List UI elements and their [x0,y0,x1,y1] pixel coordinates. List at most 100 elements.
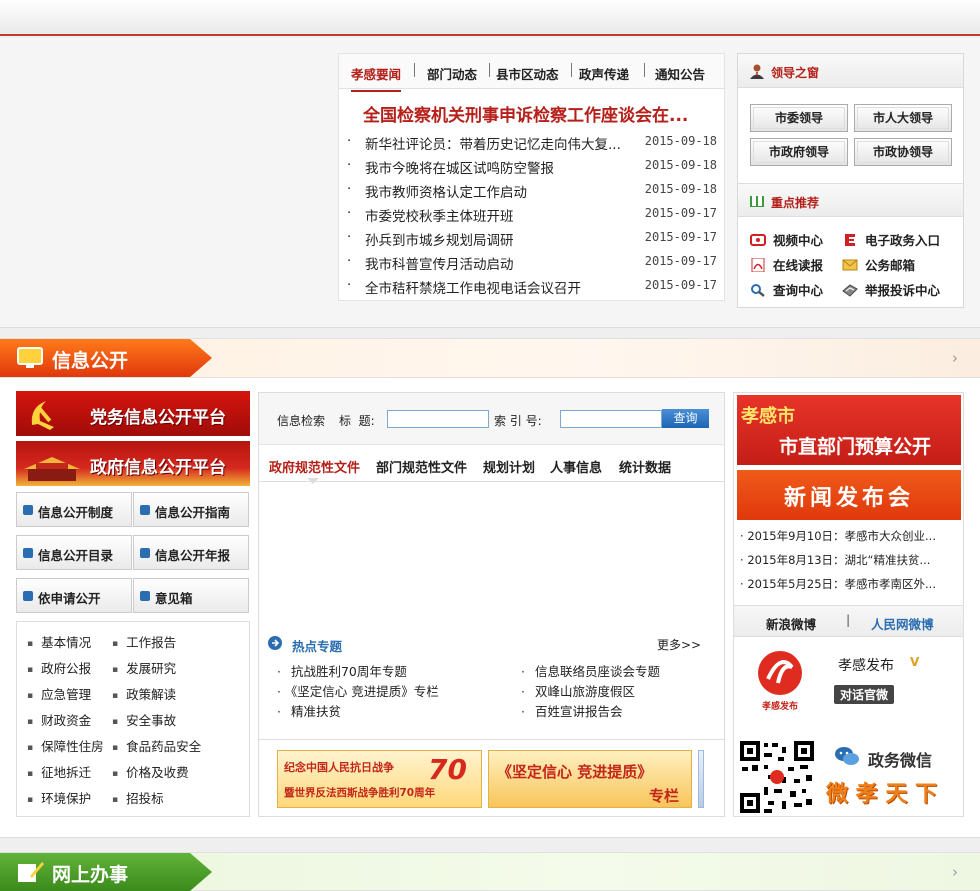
category-link[interactable]: 招投标 [112,788,164,807]
category-link[interactable]: 保障性住房 [27,736,104,755]
chevron-right-icon[interactable]: › [952,349,958,367]
news-item[interactable]: · 全市秸秆禁烧工作电视电话会议召开 2015-09-17 [347,277,719,301]
category-link[interactable]: 食品药品安全 [112,736,201,755]
anti-japanese-war-banner[interactable]: 纪念中国人民抗日战争 暨世界反法西斯战争胜利70周年 70 [277,750,482,808]
banner-text: 专栏 [649,787,680,805]
more-link[interactable]: 更多>> [657,636,701,653]
news-item[interactable]: · 我市教师资格认定工作启动 2015-09-18 [347,181,719,205]
category-link[interactable]: 环境保护 [27,788,91,807]
index-search-input[interactable] [560,410,662,428]
complaint-center-link[interactable]: 举报投诉中心 [842,280,940,299]
request-disclosure-button[interactable]: 依申请公开 [16,578,132,613]
hot-topic-link[interactable]: 《坚定信心 竞进提质》专栏 [277,681,439,700]
next-banner-edge[interactable] [698,750,704,808]
press-news-item[interactable]: · 2015年8月13日：湖北“精准扶贫... [740,552,955,568]
press-conference-banner[interactable]: 新闻发布会 [737,470,961,520]
news-title[interactable]: 新华社评论员：带着历史记忆走向伟大复... [365,133,621,153]
tab-county-news[interactable]: 县市区动态 [496,64,559,83]
news-item[interactable]: · 新华社评论员：带着历史记忆走向伟大复... 2015-09-18 [347,133,719,157]
category-link[interactable]: 工作报告 [112,632,176,651]
bullet: · [347,253,352,269]
category-link[interactable]: 应急管理 [27,684,91,703]
hot-topic-link[interactable]: 百姓宣讲报告会 [521,701,623,720]
tab-planning[interactable]: 规划计划 [483,457,535,476]
press-news-text: 2015年8月13日：湖北“精准扶贫... [747,553,931,567]
news-item[interactable]: · 孙兵到市城乡规划局调研 2015-09-17 [347,229,719,253]
budget-city-text: 孝感市 [741,406,795,427]
hot-topic-link[interactable]: 信息联络员座谈会专题 [521,661,660,680]
disclosure-annual-report-button[interactable]: 信息公开年报 [133,535,249,570]
press-news-item[interactable]: · 2015年9月10日：孝感市大众创业... [740,528,955,544]
official-mail-label: 公务邮箱 [865,258,916,273]
online-newspaper-link[interactable]: 在线读报 [750,255,823,274]
hot-topic-link[interactable]: 双峰山旅游度假区 [521,681,635,700]
wechat-icon [835,747,859,765]
query-center-link[interactable]: 查询中心 [750,280,823,299]
news-title[interactable]: 我市教师资格认定工作启动 [365,181,621,201]
tab-department-news[interactable]: 部门动态 [427,64,477,83]
news-item[interactable]: · 我市今晚将在城区试鸣防空警报 2015-09-18 [347,157,719,181]
query-button[interactable]: 查询 [662,409,709,428]
cppcc-leaders-button[interactable]: 市政协领导 [854,138,952,166]
feedback-box-button[interactable]: 意见箱 [133,578,249,613]
category-link[interactable]: 财政资金 [27,710,91,729]
egov-entry-link[interactable]: 电子政务入口 [842,230,940,249]
category-link[interactable]: 价格及收费 [112,762,189,781]
news-title[interactable]: 全市秸秆禁烧工作电视电话会议召开 [365,277,621,297]
category-link[interactable]: 安全事故 [112,710,176,729]
tab-dept-normative-docs[interactable]: 部门规范性文件 [376,457,467,476]
npc-leaders-button[interactable]: 市人大领导 [854,104,952,132]
tab-people-weibo[interactable]: 人民网微博 [871,614,934,633]
tab-notices[interactable]: 通知公告 [655,64,705,83]
tab-sina-weibo[interactable]: 新浪微博 [766,614,816,633]
party-info-platform-banner[interactable]: 党务信息公开平台 [16,391,250,436]
talk-to-official-button[interactable]: 对话官微 [834,685,895,704]
confidence-banner[interactable]: 《坚定信心 竞进提质》 专栏 [488,750,692,808]
complaint-center-label: 举报投诉中心 [865,283,941,298]
tab-gov-normative-docs[interactable]: 政府规范性文件 [269,457,360,476]
category-link[interactable]: 政府公报 [27,658,91,677]
press-conference-text: 新闻发布会 [783,486,914,511]
wechat-slogan: 微 孝 天 下 [826,782,937,807]
news-item[interactable]: · 我市科普宣传月活动启动 2015-09-17 [347,253,719,277]
news-item[interactable]: · 市委党校秋季主体班开班 2015-09-17 [347,205,719,229]
official-mail-link[interactable]: 公务邮箱 [842,255,915,274]
government-leaders-button[interactable]: 市政府领导 [750,138,848,166]
video-center-link[interactable]: 视频中心 [750,230,823,249]
disclosure-catalog-button[interactable]: 信息公开目录 [16,535,132,570]
category-link[interactable]: 基本情况 [27,632,91,651]
disclosure-guide-button[interactable]: 信息公开指南 [133,492,249,527]
news-title[interactable]: 我市今晚将在城区试鸣防空警报 [365,157,621,177]
chevron-right-icon[interactable]: › [952,863,958,881]
blue-square-icon [140,505,150,515]
title-search-input[interactable] [387,410,489,428]
category-link[interactable]: 征地拆迁 [27,762,91,781]
search-bar: 信息检索 标 题: 索 引 号: 查询 [259,393,724,445]
category-link[interactable]: 发展研究 [112,658,176,677]
press-news-item[interactable]: · 2015年5月25日：孝感市孝南区外... [740,576,955,592]
search-label: 信息检索 [277,414,326,428]
video-icon [750,234,766,246]
tab-personnel-info[interactable]: 人事信息 [550,457,602,476]
budget-disclosure-banner[interactable]: 孝感市 市直部门预算公开 [737,395,961,465]
municipal-party-leaders-button[interactable]: 市委领导 [750,104,848,132]
tab-government-voice[interactable]: 政声传递 [579,64,629,83]
weibo-account-name[interactable]: 孝感发布 [838,655,894,675]
disclosure-system-button[interactable]: 信息公开制度 [16,492,132,527]
gov-info-platform-banner[interactable]: 政府信息公开平台 [16,441,250,486]
tab-xiaogan-news[interactable]: 孝感要闻 [351,64,402,92]
hot-topic-link[interactable]: 精准扶贫 [277,701,341,720]
disclosure-catalog-label: 信息公开目录 [38,548,114,563]
hot-topic-link[interactable]: 抗战胜利70周年专题 [277,661,407,680]
hot-topics-title: 热点专题 [292,639,343,654]
xiaogan-release-logo-icon [758,651,802,695]
category-link[interactable]: 政策解读 [112,684,176,703]
topic-banners: 纪念中国人民抗日战争 暨世界反法西斯战争胜利70周年 70 《坚定信心 竞进提质… [259,739,724,817]
news-title[interactable]: 孙兵到市城乡规划局调研 [365,229,621,249]
search-icon [751,284,765,297]
tab-statistics[interactable]: 统计数据 [619,457,671,476]
info-disclosure-bar: 信息公开 › [0,338,980,378]
news-title[interactable]: 市委党校秋季主体班开班 [365,205,621,225]
news-title[interactable]: 我市科普宣传月活动启动 [365,253,621,273]
headline-link[interactable]: 全国检察机关刑事申诉检察工作座谈会在... [363,101,709,126]
